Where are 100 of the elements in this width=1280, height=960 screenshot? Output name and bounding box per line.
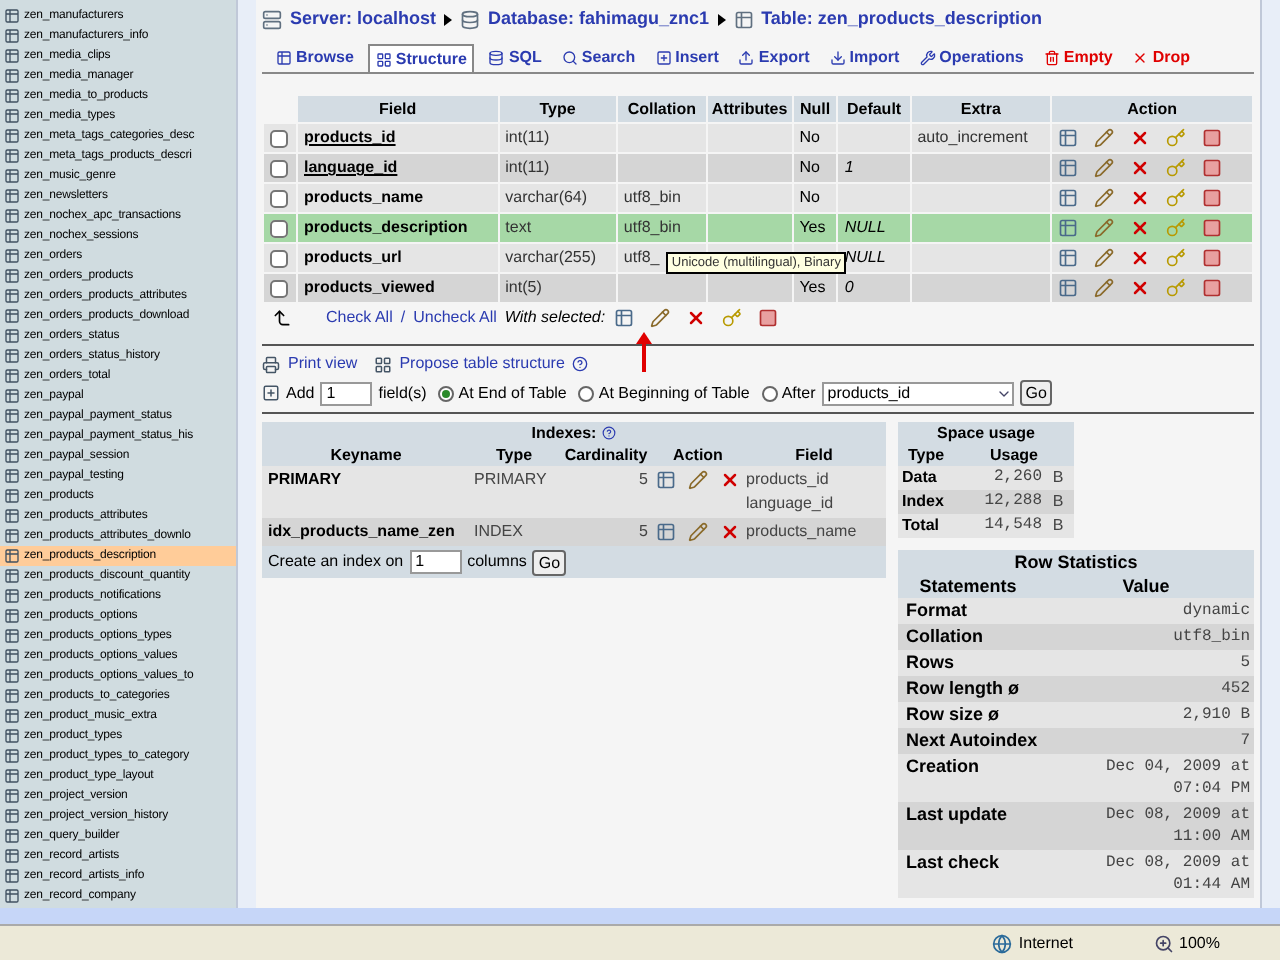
tab[interactable]: Import <box>823 44 906 72</box>
table-cell-text: Data <box>900 466 939 490</box>
edit-icon[interactable] <box>1094 278 1115 298</box>
horizontal-scrollbar[interactable] <box>0 908 1280 924</box>
table-cell-text: Rows <box>904 652 957 672</box>
delete-icon[interactable] <box>685 308 706 328</box>
row-checkbox[interactable] <box>270 279 288 297</box>
uncheck-all-link[interactable]: Uncheck All <box>413 306 497 330</box>
tab[interactable]: SQL <box>482 44 548 72</box>
row-checkbox[interactable] <box>270 129 288 147</box>
table-icon <box>4 708 20 724</box>
table-cell-text: 1 <box>842 156 856 180</box>
table-icon <box>4 148 20 164</box>
field-count-input[interactable]: 1 <box>320 381 373 405</box>
table-cell-text: products_viewed <box>302 276 437 300</box>
edit-icon[interactable] <box>1094 188 1115 208</box>
tab[interactable]: Drop <box>1126 44 1196 72</box>
table-icon <box>4 388 20 404</box>
table-icon <box>4 648 20 664</box>
propose-icon <box>373 355 392 373</box>
breadcrumb-link[interactable]: Table: zen_products_description <box>761 6 1042 34</box>
table-row[interactable]: products_description text utf8_bin Yes NULL <box>264 214 1252 242</box>
edit-icon[interactable] <box>1094 158 1115 178</box>
unique-icon[interactable] <box>1202 158 1223 178</box>
browse-icon[interactable] <box>1058 158 1079 178</box>
tab[interactable]: Browse <box>270 44 360 72</box>
delete-icon[interactable] <box>1130 128 1151 148</box>
sidebar-scrollbar[interactable] <box>236 0 256 908</box>
table-cell-text: language_id <box>302 156 400 180</box>
delete-icon[interactable] <box>1130 278 1151 298</box>
table-icon <box>4 888 20 904</box>
table-row[interactable]: products_name varchar(64) utf8_bin No <box>264 184 1252 212</box>
tab[interactable]: Insert <box>649 44 725 72</box>
table-row[interactable]: products_id int(11) No auto_increment <box>264 124 1252 152</box>
tab[interactable]: Search <box>555 44 642 72</box>
breadcrumb-link[interactable]: Database: fahimagu_znc1 <box>488 6 710 34</box>
edit-icon[interactable] <box>688 522 708 542</box>
database-icon <box>488 50 505 66</box>
delete-icon[interactable] <box>720 522 740 542</box>
tab[interactable]: Empty <box>1037 44 1119 72</box>
row-checkbox[interactable] <box>270 159 288 177</box>
unique-icon[interactable] <box>1202 188 1223 208</box>
check-all-link[interactable]: Check All <box>326 306 393 330</box>
go-button[interactable]: Go <box>532 549 567 575</box>
table-row[interactable]: language_id int(11) No 1 <box>264 154 1252 182</box>
browse-icon[interactable] <box>1058 188 1079 208</box>
delete-icon[interactable] <box>1130 248 1151 268</box>
edit-icon[interactable] <box>688 470 708 490</box>
zoom-icon[interactable] <box>1153 933 1174 953</box>
tab[interactable]: Structure <box>367 44 475 72</box>
edit-icon[interactable] <box>1094 218 1115 238</box>
table-row[interactable]: products_viewed int(5) Yes 0 <box>264 274 1252 302</box>
go-button[interactable]: Go <box>1019 380 1053 406</box>
browse-icon[interactable] <box>1058 248 1079 268</box>
unique-icon[interactable] <box>1202 218 1223 238</box>
row-checkbox[interactable] <box>270 189 288 207</box>
propose-structure-link[interactable]: Propose table structure <box>399 352 565 376</box>
edit-icon[interactable] <box>649 308 670 328</box>
after-field-select[interactable]: products_id <box>821 381 1014 405</box>
radio-button[interactable] <box>761 385 778 401</box>
column-header: Field <box>793 444 835 468</box>
browse-icon[interactable] <box>1058 128 1079 148</box>
print-view-link[interactable]: Print view <box>288 352 358 376</box>
row-checkbox[interactable] <box>270 249 288 267</box>
table-cell-text: B <box>1050 514 1066 538</box>
browse-icon[interactable] <box>656 522 676 542</box>
tab[interactable]: Operations <box>913 44 1030 72</box>
breadcrumb-link[interactable]: Server: localhost <box>290 6 437 34</box>
unique-icon[interactable] <box>757 308 778 328</box>
delete-icon[interactable] <box>1130 218 1151 238</box>
index-columns-input[interactable]: 1 <box>409 550 462 574</box>
row-checkbox[interactable] <box>270 219 288 237</box>
help-icon[interactable] <box>572 356 589 372</box>
edit-icon[interactable] <box>1094 128 1115 148</box>
unique-icon[interactable] <box>1202 278 1223 298</box>
table-icon <box>4 348 20 364</box>
radio-label: At Beginning of Table <box>598 381 750 405</box>
edit-icon[interactable] <box>1094 248 1115 268</box>
key-icon[interactable] <box>721 308 742 328</box>
delete-icon[interactable] <box>1130 158 1151 178</box>
browse-icon[interactable] <box>656 470 676 490</box>
unique-icon[interactable] <box>1202 248 1223 268</box>
table-icon <box>4 368 20 384</box>
table-icon <box>4 328 20 344</box>
table-icon <box>4 728 20 744</box>
page-scrollbar[interactable] <box>1260 0 1280 908</box>
radio-button[interactable] <box>438 385 455 401</box>
zone-label: Internet <box>1018 931 1074 955</box>
unique-icon[interactable] <box>1202 128 1223 148</box>
delete-icon[interactable] <box>1130 188 1151 208</box>
table-cell-text: text <box>503 216 534 240</box>
table-icon <box>4 428 20 444</box>
browse-icon[interactable] <box>613 308 634 328</box>
radio-button[interactable] <box>578 385 595 401</box>
delete-icon[interactable] <box>720 470 740 490</box>
tab[interactable]: Export <box>732 44 816 72</box>
table-icon <box>4 688 20 704</box>
browse-icon[interactable] <box>1058 278 1079 298</box>
help-icon[interactable] <box>602 426 617 440</box>
browse-icon[interactable] <box>1058 218 1079 238</box>
